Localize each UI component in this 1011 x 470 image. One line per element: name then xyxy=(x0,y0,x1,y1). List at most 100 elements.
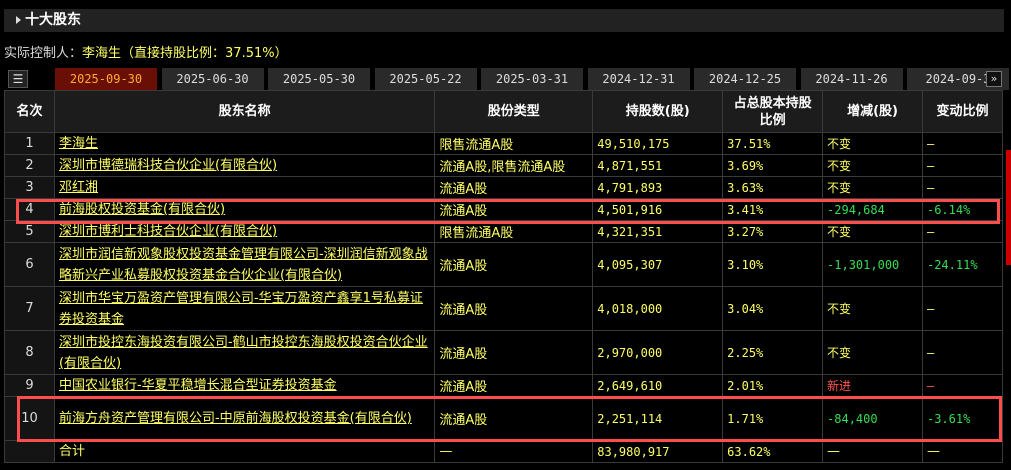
change-cell: -84,400 xyxy=(822,396,923,441)
change-cell: 不变 xyxy=(822,132,923,155)
table-row: 10 前海方舟资产管理有限公司-中原前海股权投资基金(有限合伙) 流通A股 2,251… xyxy=(4,396,1004,441)
share-type-cell: 流通A股 xyxy=(434,330,594,375)
rank-cell xyxy=(4,440,55,463)
share-type-cell: — xyxy=(434,440,594,463)
ratio-cell: — xyxy=(921,330,1004,375)
shareholder-link[interactable]: 邓红湘 xyxy=(59,180,98,195)
table-row: 7 深圳市华宝万盈资产管理有限公司-华宝万盈资产鑫享1号私募证券投资基金 流通A股 4… xyxy=(4,286,1004,331)
ratio-cell: — xyxy=(921,220,1004,243)
table-row: 9 中国农业银行-华夏平稳增长混合型证券投资基金 流通A股 2,649,610 2.01… xyxy=(4,374,1004,397)
pct-cell: 1.71% xyxy=(722,396,824,441)
shareholder-link[interactable]: 深圳市投控东海投资有限公司-鹤山市投控东海股权投资合伙企业(有限合伙) xyxy=(59,335,428,371)
change-cell: 不变 xyxy=(822,286,923,331)
shares-cell: 4,018,000 xyxy=(592,286,724,331)
ratio-cell: -6.14% xyxy=(921,198,1004,221)
shareholder-link[interactable]: 中国农业银行-华夏平稳增长混合型证券投资基金 xyxy=(59,378,337,393)
list-menu-icon[interactable]: ☰ xyxy=(8,70,28,88)
col-change: 增减(股) xyxy=(822,90,923,133)
tab-date[interactable]: 2025-09-30 xyxy=(55,68,157,90)
ratio-cell: — xyxy=(921,132,1004,155)
section-header[interactable]: 十大股东 xyxy=(4,9,1004,32)
pct-cell: 3.04% xyxy=(722,286,824,331)
expand-triangle-icon xyxy=(16,16,21,24)
shares-cell: 4,095,307 xyxy=(592,242,724,287)
tab-date[interactable]: 2025-06-30 xyxy=(161,68,264,90)
shares-cell: 2,251,114 xyxy=(592,396,724,441)
pct-cell: 37.51% xyxy=(722,132,824,155)
shareholder-name-cell: 李海生 xyxy=(53,132,436,155)
section-title: 十大股东 xyxy=(25,12,81,28)
shares-cell: 4,501,916 xyxy=(592,198,724,221)
table-row: 4 前海股权投资基金(有限合伙) 流通A股 4,501,916 3.41% -294,68… xyxy=(4,198,1004,221)
rank-cell: 3 xyxy=(4,176,55,199)
pct-cell: 3.10% xyxy=(722,242,824,287)
shareholder-link[interactable]: 深圳市润信新观象股权投资基金管理有限公司-深圳润信新观象战略新兴产业私募股权投资… xyxy=(59,247,428,283)
table-row: 1 李海生 限售流通A股 49,510,175 37.51% 不变 — xyxy=(4,132,1004,155)
more-tabs-icon[interactable]: » xyxy=(986,71,1002,87)
rank-cell: 6 xyxy=(4,242,55,287)
change-cell: -1,301,000 xyxy=(822,242,923,287)
table-row: 2 深圳市博德瑞科技合伙企业(有限合伙) 流通A股,限售流通A股 4,871,551 3… xyxy=(4,154,1004,177)
col-pct: 占总股本持股比例 xyxy=(722,90,824,133)
shareholder-link[interactable]: 李海生 xyxy=(59,136,98,151)
rank-cell: 10 xyxy=(4,396,55,441)
col-name: 股东名称 xyxy=(53,90,436,133)
shareholder-link[interactable]: 深圳市博德瑞科技合伙企业(有限合伙) xyxy=(59,158,277,173)
rank-cell: 7 xyxy=(4,286,55,331)
actual-controller: 实际控制人：李海生（直接持股比例：37.51%） xyxy=(4,42,288,61)
col-shares: 持股数(股) xyxy=(592,90,724,133)
shares-cell: 49,510,175 xyxy=(592,132,724,155)
tab-date[interactable]: 2025-05-22 xyxy=(374,68,477,90)
ratio-cell: — xyxy=(921,286,1004,331)
shareholder-name-cell: 前海股权投资基金(有限合伙) xyxy=(53,198,436,221)
shares-cell: 4,321,351 xyxy=(592,220,724,243)
shareholder-name-cell: 深圳市润信新观象股权投资基金管理有限公司-深圳润信新观象战略新兴产业私募股权投资… xyxy=(53,242,436,287)
ratio-cell: — xyxy=(921,374,1004,397)
pct-cell: 2.25% xyxy=(722,330,824,375)
col-type: 股份类型 xyxy=(434,90,594,133)
rank-cell: 8 xyxy=(4,330,55,375)
shareholder-link[interactable]: 深圳市博利士科技合伙企业(有限合伙) xyxy=(59,224,277,239)
share-type-cell: 流通A股 xyxy=(434,396,594,441)
tab-date[interactable]: 2025-03-31 xyxy=(481,68,583,90)
ratio-cell: — xyxy=(921,440,1004,463)
pct-cell: 63.62% xyxy=(722,440,824,463)
shareholder-name-cell: 中国农业银行-华夏平稳增长混合型证券投资基金 xyxy=(53,374,436,397)
total-row: 合计 —83,980,917 63.62% — — xyxy=(4,440,1004,463)
shareholder-name-cell: 前海方舟资产管理有限公司-中原前海股权投资基金(有限合伙) xyxy=(53,396,436,441)
shares-cell: 2,970,000 xyxy=(592,330,724,375)
share-type-cell: 流通A股 xyxy=(434,242,594,287)
table-row: 6 深圳市润信新观象股权投资基金管理有限公司-深圳润信新观象战略新兴产业私募股权投… xyxy=(4,242,1004,287)
tab-date[interactable]: 2024-12-25 xyxy=(694,68,796,90)
share-type-cell: 流通A股,限售流通A股 xyxy=(434,154,594,177)
col-rank: 名次 xyxy=(4,90,55,133)
ratio-cell: -3.61% xyxy=(921,396,1004,441)
tab-date[interactable]: 2025-05-30 xyxy=(268,68,370,90)
tab-date[interactable]: 2024-12-31 xyxy=(587,68,690,90)
rank-cell: 1 xyxy=(4,132,55,155)
change-cell: 新进 xyxy=(822,374,923,397)
shareholder-name-cell: 深圳市博德瑞科技合伙企业(有限合伙) xyxy=(53,154,436,177)
pct-cell: 3.41% xyxy=(722,198,824,221)
shareholder-link[interactable]: 前海方舟资产管理有限公司-中原前海股权投资基金(有限合伙) xyxy=(59,411,412,426)
shares-cell: 4,871,551 xyxy=(592,154,724,177)
change-cell: 不变 xyxy=(822,154,923,177)
shares-cell: 83,980,917 xyxy=(592,440,724,463)
table-row: 5 深圳市博利士科技合伙企业(有限合伙) 限售流通A股 4,321,351 3.27% 不… xyxy=(4,220,1004,243)
share-type-cell: 流通A股 xyxy=(434,286,594,331)
table-row: 3 邓红湘 流通A股 4,791,893 3.63% 不变 — xyxy=(4,176,1004,199)
shareholder-name-cell: 邓红湘 xyxy=(53,176,436,199)
top-shareholders-table: 名次 股东名称 股份类型 持股数(股) 占总股本持股比例 增减(股) 变动比例 … xyxy=(4,90,1004,463)
shareholder-name-cell: 深圳市博利士科技合伙企业(有限合伙) xyxy=(53,220,436,243)
pct-cell: 2.01% xyxy=(722,374,824,397)
table-row: 8 深圳市投控东海投资有限公司-鹤山市投控东海股权投资合伙企业(有限合伙) 流通A股… xyxy=(4,330,1004,375)
ratio-cell: -24.11% xyxy=(921,242,1004,287)
shareholder-link[interactable]: 深圳市华宝万盈资产管理有限公司-华宝万盈资产鑫享1号私募证券投资基金 xyxy=(59,291,423,327)
pct-cell: 3.69% xyxy=(722,154,824,177)
scrollbar[interactable] xyxy=(1006,150,1011,265)
shareholder-name-cell: 深圳市投控东海投资有限公司-鹤山市投控东海股权投资合伙企业(有限合伙) xyxy=(53,330,436,375)
tab-date[interactable]: 2024-11-26 xyxy=(800,68,903,90)
share-type-cell: 流通A股 xyxy=(434,374,594,397)
shareholder-link[interactable]: 前海股权投资基金(有限合伙) xyxy=(59,202,225,217)
shareholder-name-cell: 深圳市华宝万盈资产管理有限公司-华宝万盈资产鑫享1号私募证券投资基金 xyxy=(53,286,436,331)
